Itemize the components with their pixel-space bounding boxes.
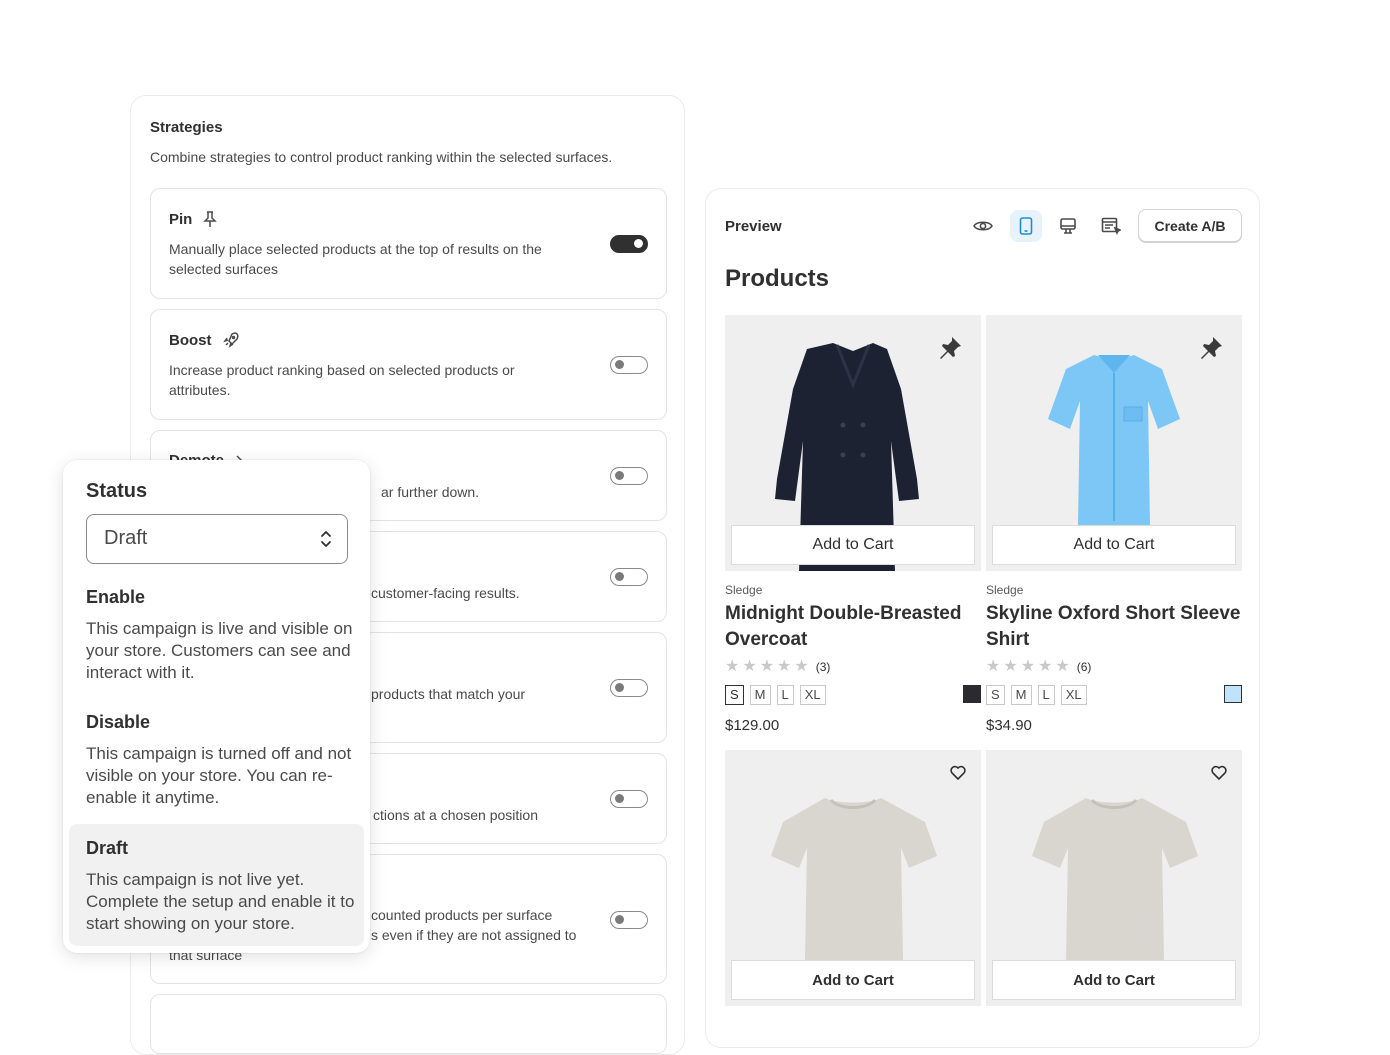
option-desc: This campaign is not live yet. Complete …: [86, 870, 355, 933]
product-name[interactable]: Skyline Oxford Short Sleeve Shirt: [986, 601, 1242, 653]
add-to-cart-button[interactable]: Add to Cart: [731, 960, 975, 1000]
size-options: S M L XL: [725, 685, 981, 705]
strategies-subtitle: Combine strategies to control product ra…: [150, 149, 613, 165]
boost-toggle[interactable]: [610, 356, 648, 374]
product-price: $34.90: [986, 717, 1032, 734]
strategy-desc: selected surfaces: [169, 261, 278, 277]
rating: ★ ★ ★ ★ ★ (3): [725, 659, 981, 675]
strategy-desc: s even if they are not assigned to: [371, 927, 577, 943]
preview-card: Preview Create A/B Products Add to Cart …: [705, 188, 1260, 1048]
size-option[interactable]: XL: [1060, 685, 1087, 705]
strategy-desc: products that match your: [371, 686, 526, 702]
product-card[interactable]: Add to Cart Sledge Skyline Oxford Short …: [986, 315, 1242, 734]
strategy-desc: Manually place selected products at the …: [169, 241, 542, 257]
status-option-draft[interactable]: Draft This campaign is not live yet. Com…: [86, 838, 356, 935]
product-vendor: Sledge: [725, 583, 763, 597]
heart-icon[interactable]: [949, 764, 967, 780]
strategy-desc: attributes.: [169, 382, 231, 398]
strategy-toggle[interactable]: [610, 568, 648, 586]
demote-toggle[interactable]: [610, 467, 648, 485]
strategy-toggle[interactable]: [610, 679, 648, 697]
strategies-title: Strategies: [150, 119, 223, 136]
strategy-name: Pin: [169, 210, 193, 228]
status-option-enable[interactable]: Enable This campaign is live and visible…: [86, 587, 356, 684]
status-select[interactable]: Draft: [86, 514, 348, 564]
size-options: S M L XL: [986, 685, 1242, 705]
strategy-desc: customer-facing results.: [371, 585, 520, 601]
size-option[interactable]: L: [776, 685, 794, 705]
strategy-desc: ctions at a chosen position: [373, 807, 538, 823]
status-popover: Status Draft Enable This campaign is liv…: [63, 460, 370, 953]
eye-icon[interactable]: [967, 210, 999, 242]
rating: ★ ★ ★ ★ ★ (6): [986, 659, 1242, 675]
product-image[interactable]: Add to Cart: [725, 750, 981, 1006]
heart-icon[interactable]: [1210, 764, 1228, 780]
pin-toggle[interactable]: [610, 235, 648, 253]
product-name[interactable]: Midnight Double-Breasted Overcoat: [725, 601, 981, 653]
product-vendor: Sledge: [986, 583, 1024, 597]
pin-icon: [203, 211, 218, 227]
size-option[interactable]: M: [749, 685, 771, 705]
star-icon: ★: [1038, 658, 1053, 675]
status-label: Status: [86, 480, 148, 502]
chevron-updown-icon: [321, 531, 331, 547]
status-option-disable[interactable]: Disable This campaign is turned off and …: [86, 712, 356, 809]
product-image[interactable]: Add to Cart: [986, 750, 1242, 1006]
star-icon: ★: [1020, 658, 1036, 675]
star-icon: ★: [759, 658, 775, 675]
mobile-icon[interactable]: [1010, 210, 1042, 242]
strategy-toggle[interactable]: [610, 911, 648, 929]
size-option[interactable]: S: [725, 685, 744, 705]
option-desc: This campaign is live and visible on you…: [86, 619, 353, 682]
strategy-item: [150, 994, 667, 1054]
add-to-cart-button[interactable]: Add to Cart: [731, 525, 975, 565]
size-option[interactable]: M: [1010, 685, 1032, 705]
star-icon: ★: [1003, 658, 1018, 675]
color-swatch[interactable]: [1224, 685, 1242, 703]
pin-icon[interactable]: [1198, 335, 1224, 361]
option-title: Enable: [86, 587, 146, 607]
product-card[interactable]: Add to Cart: [725, 750, 981, 1006]
size-option[interactable]: L: [1037, 685, 1055, 705]
add-to-cart-button[interactable]: Add to Cart: [992, 525, 1236, 565]
strategy-name: Boost: [169, 331, 212, 349]
products-heading: Products: [725, 265, 830, 292]
color-swatch[interactable]: [963, 685, 981, 703]
size-option[interactable]: XL: [799, 685, 826, 705]
product-card[interactable]: Add to Cart Sledge Midnight Double-Breas…: [725, 315, 981, 734]
rating-count: (6): [1076, 660, 1092, 674]
strategy-desc: counted products per surface: [371, 907, 553, 923]
desktop-icon[interactable]: [1052, 210, 1084, 242]
rocket-icon: [222, 332, 238, 348]
preview-title: Preview: [725, 218, 782, 235]
pin-icon[interactable]: [937, 335, 963, 361]
star-icon: ★: [777, 658, 792, 675]
star-icon: ★: [794, 658, 809, 675]
strategy-desc: ar further down.: [381, 484, 480, 500]
star-icon: ★: [742, 658, 757, 675]
strategy-toggle[interactable]: [610, 790, 648, 808]
size-option[interactable]: S: [986, 685, 1005, 705]
create-ab-button[interactable]: Create A/B: [1138, 209, 1242, 242]
add-to-cart-button[interactable]: Add to Cart: [992, 960, 1236, 1000]
option-title: Draft: [86, 838, 129, 858]
product-card[interactable]: Add to Cart: [986, 750, 1242, 1006]
option-desc: This campaign is turned off and not visi…: [86, 744, 352, 807]
storefront-icon[interactable]: [1095, 210, 1127, 242]
strategy-pin: Pin Manually place selected products at …: [150, 188, 667, 299]
star-icon: ★: [725, 658, 740, 675]
star-icon: ★: [1055, 658, 1070, 675]
product-image[interactable]: Add to Cart: [725, 315, 981, 571]
option-title: Disable: [86, 712, 151, 732]
product-image[interactable]: Add to Cart: [986, 315, 1242, 571]
rating-count: (3): [815, 660, 831, 674]
product-price: $129.00: [725, 717, 780, 734]
status-selected-value: Draft: [104, 527, 148, 549]
star-icon: ★: [986, 658, 1001, 675]
strategy-desc: Increase product ranking based on select…: [169, 362, 515, 378]
strategy-boost: Boost Increase product ranking based on …: [150, 309, 667, 420]
